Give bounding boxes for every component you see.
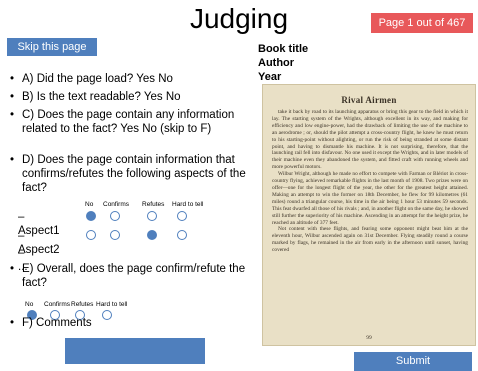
dash: – [18, 211, 25, 223]
year-label: Year [258, 71, 282, 83]
overall-col-no: No [25, 301, 34, 308]
scan-paragraph: Not content with these flights, and fear… [272, 226, 468, 254]
submit-button[interactable]: Submit [354, 352, 472, 371]
bullet: • [10, 109, 15, 121]
question-a-yes-option[interactable]: Yes [136, 73, 155, 85]
scanned-page-image: Rival Airmen take it back by road to its… [262, 84, 476, 346]
aspect-1-hard-to-tell-radio[interactable] [177, 211, 187, 221]
document-meta: Book title Author Year [258, 42, 308, 84]
scan-paragraph: Wilbur Wright, although he made no effor… [272, 171, 468, 226]
aspect-col-hard-to-tell: Hard to tell [172, 201, 204, 208]
comments-input[interactable] [65, 338, 205, 364]
aspect-col-refutes: Refutes [142, 201, 165, 208]
question-e-text: E) Overall, does the page confirm/refute… [22, 263, 246, 289]
question-f-text: F) Comments [22, 317, 92, 329]
aspect-1-no-radio[interactable] [86, 211, 96, 221]
aspect-1-refutes-radio[interactable] [147, 211, 157, 221]
bullet: • [10, 263, 15, 275]
question-a-no-option[interactable]: No [158, 73, 173, 85]
question-c-yes-option[interactable]: Yes [120, 123, 139, 135]
book-title-label: Book title [258, 43, 309, 55]
aspect-2-no-radio[interactable] [86, 230, 96, 240]
author-label: Author [258, 57, 295, 69]
bullet: • [10, 317, 15, 329]
scan-body: take it back by road to its launching ap… [272, 109, 468, 254]
aspect-2-refutes-radio[interactable] [147, 230, 157, 240]
dash: – [18, 230, 25, 242]
aspect-2-hard-to-tell-radio[interactable] [177, 230, 187, 240]
aspect-col-no: No [85, 201, 94, 208]
overall-col-hard-to-tell: Hard to tell [96, 301, 128, 308]
question-d-text: D) Does the page contain information tha… [22, 154, 246, 194]
scan-page-number: 99 [366, 335, 372, 341]
overall-col-refutes: Refutes [71, 301, 94, 308]
aspect-1-confirms-radio[interactable] [110, 211, 120, 221]
skip-page-button[interactable]: Skip this page [7, 38, 97, 56]
aspect-2-confirms-radio[interactable] [110, 230, 120, 240]
question-c-no-option[interactable]: No (skip to F) [142, 123, 211, 135]
bullet: • [10, 91, 15, 103]
overall-col-confirms: Confirms [44, 301, 71, 308]
question-a-text: A) Did the page load? [22, 73, 137, 85]
bullet: • [10, 73, 15, 85]
dash: – [18, 247, 25, 259]
page-counter-badge: Page 1 out of 467 [371, 13, 473, 33]
scan-heading: Rival Airmen [341, 95, 397, 105]
question-b-text: B) Is the text readable? [22, 91, 144, 103]
bullet: • [10, 154, 15, 166]
scan-paragraph: take it back by road to its launching ap… [272, 109, 468, 171]
aspect-col-confirms: Confirms [103, 201, 130, 208]
question-b-yes-option[interactable]: Yes [144, 91, 163, 103]
question-b-no-option[interactable]: No [166, 91, 181, 103]
